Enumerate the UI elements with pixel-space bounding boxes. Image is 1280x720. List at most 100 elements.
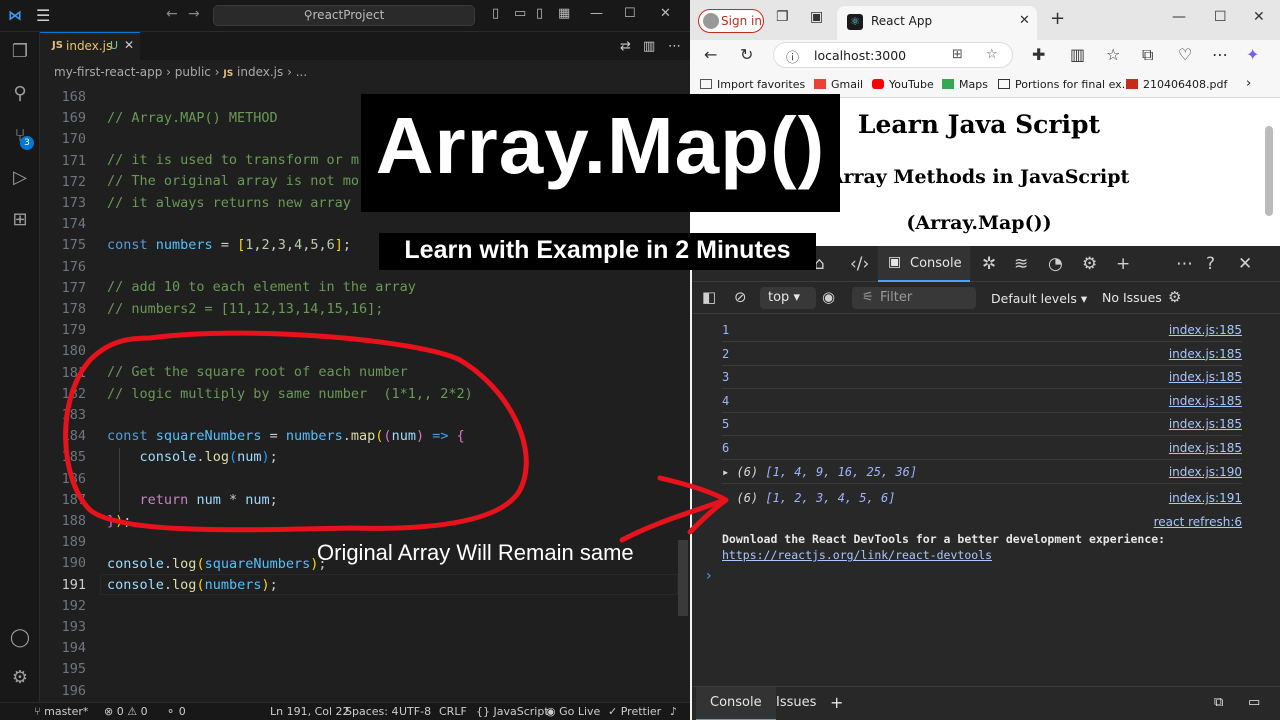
branch-indicator[interactable]: ⑂ master* [34,705,88,718]
breadcrumb-folder[interactable]: my-first-react-app [54,65,162,79]
gear-icon[interactable]: ⚙ [8,666,32,690]
minimize-icon[interactable]: — [1172,9,1186,25]
address-bar[interactable]: ⓘ localhost:3000 ⊞ ☆ [773,42,1013,68]
toggle-sidebar-icon[interactable]: ▯ [492,6,499,21]
favorites-icon[interactable]: ☆ [1106,45,1120,64]
console-log-row[interactable]: 1 index.js:185 [722,318,1242,342]
console-log-row[interactable]: 5 index.js:185 [722,412,1242,437]
favorite-pdf[interactable]: 210406408.pdf [1126,78,1227,91]
search-icon[interactable]: ⚲ [8,82,32,106]
performance-icon[interactable]: ◔ [1048,254,1063,274]
back-arrow-icon[interactable]: ← [166,6,178,22]
refresh-icon[interactable]: ↻ [740,45,753,64]
log-levels-dropdown[interactable]: Default levels ▾ [991,291,1087,306]
favorite-gmail[interactable]: Gmail [814,78,863,91]
breadcrumb-file[interactable]: index.js [237,65,283,79]
more-actions-icon[interactable]: ⋯ [668,39,681,54]
source-link[interactable]: index.js:185 [1169,370,1242,384]
console-log-row[interactable]: 6 index.js:185 [722,436,1242,460]
source-link[interactable]: index.js:191 [1169,491,1242,505]
filter-input[interactable]: ⚟ Filter [852,287,976,309]
run-debug-icon[interactable]: ▷ [8,166,32,190]
explorer-icon[interactable]: ❐ [8,40,32,64]
encoding[interactable]: UTF-8 [399,705,431,718]
toggle-panel-icon[interactable]: ▭ [514,6,526,21]
breadcrumb-folder[interactable]: public [175,65,211,79]
close-devtools-icon[interactable]: ✕ [1238,254,1252,274]
split-screen-icon[interactable]: ▥ [1070,45,1085,64]
copilot-icon[interactable]: ✦ [1246,45,1259,64]
tab-console[interactable]: ▣ Console [878,246,970,282]
info-icon[interactable]: ⓘ [786,47,799,66]
sources-bug-icon[interactable]: ✲ [982,254,996,274]
add-drawer-tab-icon[interactable]: + [816,687,857,720]
more-tools-plus-icon[interactable]: + [1116,254,1130,274]
split-editor-icon[interactable]: ▥ [643,39,655,54]
favorite-maps[interactable]: Maps [942,78,988,91]
clear-console-icon[interactable]: ⊘ [734,288,747,306]
console-prompt-icon[interactable]: › [706,568,712,584]
minimize-icon[interactable]: — [590,6,603,21]
sign-in-button[interactable]: Sign in [698,9,764,33]
source-link[interactable]: index.js:185 [1169,347,1242,361]
more-options-icon[interactable]: ⋯ [1176,254,1193,274]
prettier-status[interactable]: ✓ Prettier [608,705,661,718]
forward-arrow-icon[interactable]: → [188,6,200,22]
close-drawer-icon[interactable]: ▭ [1234,687,1274,720]
source-link[interactable]: index.js:190 [1169,465,1242,479]
close-window-icon[interactable]: ✕ [660,6,671,21]
elements-icon[interactable]: ‹/› [850,254,869,274]
compare-icon[interactable]: ⇄ [620,39,631,54]
console-array-row[interactable]: ▸ (6) [1, 2, 3, 4, 5, 6] index.js:191 [722,486,1242,510]
close-tab-icon[interactable]: ✕ [124,38,134,52]
toggle-secondary-sidebar-icon[interactable]: ▯ [536,6,543,21]
close-tab-icon[interactable]: ✕ [1019,13,1030,28]
go-live-button[interactable]: ◉ Go Live [546,705,600,718]
tab-actions-icon[interactable]: ▣ [810,9,823,25]
ports-indicator[interactable]: ⚬ 0 [166,705,186,718]
favorite-import[interactable]: Import favorites [700,78,805,91]
help-icon[interactable]: ? [1206,254,1215,274]
back-arrow-icon[interactable]: ← [704,45,717,64]
command-center-search[interactable]: ⚲reactProject [213,5,475,26]
browser-essentials-icon[interactable]: ♡ [1178,45,1192,64]
app-available-icon[interactable]: ⊞ [952,47,963,62]
memory-chip-icon[interactable]: ⚙ [1082,254,1097,274]
source-link[interactable]: index.js:185 [1169,323,1242,337]
layout-icon[interactable]: ▦ [558,6,570,21]
line-ending[interactable]: CRLF [439,705,467,718]
new-tab-icon[interactable]: + [1050,8,1065,29]
console-array-row[interactable]: ▸ (6) [1, 4, 9, 16, 25, 36] index.js:190 [722,460,1242,484]
console-log-row[interactable]: 2 index.js:185 [722,342,1242,366]
favorite-portions[interactable]: Portions for final ex... [998,78,1132,91]
console-settings-gear-icon[interactable]: ⚙ [1168,288,1181,306]
source-link[interactable]: index.js:185 [1169,441,1242,455]
editor-scroll-thumb[interactable] [678,540,688,616]
problems-indicator[interactable]: ⊗ 0 ⚠ 0 [104,705,148,718]
page-scrollbar[interactable] [1265,126,1273,216]
live-expression-eye-icon[interactable]: ◉ [822,288,835,306]
more-icon[interactable]: ⋯ [1212,45,1228,64]
react-devtools-link[interactable]: https://reactjs.org/link/react-devtools [722,548,992,562]
breadcrumb-more[interactable]: ... [296,65,307,79]
collections-icon[interactable]: ⧉ [1142,45,1153,65]
cursor-position[interactable]: Ln 191, Col 22 [270,705,350,718]
chevron-right-icon[interactable]: › [1246,76,1251,91]
maximize-icon[interactable]: ☐ [1214,9,1227,25]
account-icon[interactable]: ◯ [8,626,32,650]
console-log-row[interactable]: 4 index.js:185 [722,389,1242,413]
bell-icon[interactable]: ♪ [670,705,677,718]
extensions-icon[interactable]: ✚ [1032,45,1045,64]
maximize-icon[interactable]: ☐ [624,6,636,21]
browser-tab-react-app[interactable]: ⚛ React App ✕ [837,6,1037,40]
indentation[interactable]: Spaces: 4 [345,705,398,718]
console-log-row[interactable]: 3 index.js:185 [722,365,1242,390]
source-link[interactable]: react refresh:6 [1154,515,1242,529]
dock-drawer-icon[interactable]: ⧉ [1200,687,1237,720]
workspaces-icon[interactable]: ❐ [776,9,789,25]
favorite-star-icon[interactable]: ☆ [986,47,998,62]
tab-index-js[interactable]: JS index.js U ✕ [40,32,140,60]
source-link[interactable]: index.js:185 [1169,394,1242,408]
network-wifi-icon[interactable]: ≋ [1014,254,1028,274]
favorite-youtube[interactable]: YouTube [872,78,934,91]
